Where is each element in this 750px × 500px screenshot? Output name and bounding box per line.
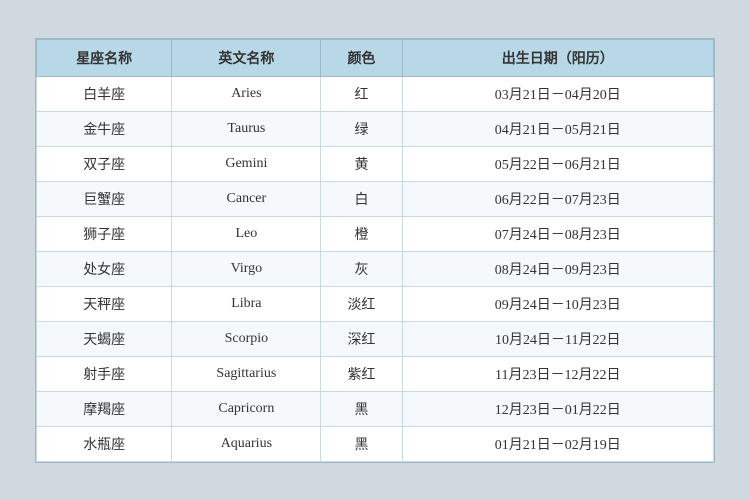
cell-date: 07月24日－08月23日: [402, 216, 713, 251]
cell-chinese: 白羊座: [37, 76, 172, 111]
cell-color: 橙: [321, 216, 402, 251]
header-english: 英文名称: [172, 39, 321, 76]
cell-english: Taurus: [172, 111, 321, 146]
cell-english: Sagittarius: [172, 356, 321, 391]
cell-date: 03月21日－04月20日: [402, 76, 713, 111]
cell-color: 淡红: [321, 286, 402, 321]
header-chinese: 星座名称: [37, 39, 172, 76]
cell-date: 04月21日－05月21日: [402, 111, 713, 146]
table-row: 天蝎座Scorpio深红10月24日－11月22日: [37, 321, 714, 356]
table-row: 金牛座Taurus绿04月21日－05月21日: [37, 111, 714, 146]
table-row: 狮子座Leo橙07月24日－08月23日: [37, 216, 714, 251]
table-header-row: 星座名称 英文名称 颜色 出生日期（阳历）: [37, 39, 714, 76]
cell-english: Scorpio: [172, 321, 321, 356]
cell-chinese: 天蝎座: [37, 321, 172, 356]
cell-english: Leo: [172, 216, 321, 251]
cell-english: Virgo: [172, 251, 321, 286]
cell-date: 08月24日－09月23日: [402, 251, 713, 286]
cell-english: Aquarius: [172, 426, 321, 461]
zodiac-table-container: 星座名称 英文名称 颜色 出生日期（阳历） 白羊座Aries红03月21日－04…: [35, 38, 715, 463]
cell-chinese: 处女座: [37, 251, 172, 286]
cell-color: 深红: [321, 321, 402, 356]
table-row: 摩羯座Capricorn黑12月23日－01月22日: [37, 391, 714, 426]
cell-color: 绿: [321, 111, 402, 146]
cell-english: Capricorn: [172, 391, 321, 426]
table-row: 天秤座Libra淡红09月24日－10月23日: [37, 286, 714, 321]
cell-color: 红: [321, 76, 402, 111]
cell-chinese: 双子座: [37, 146, 172, 181]
cell-chinese: 摩羯座: [37, 391, 172, 426]
cell-date: 06月22日－07月23日: [402, 181, 713, 216]
cell-date: 01月21日－02月19日: [402, 426, 713, 461]
cell-chinese: 射手座: [37, 356, 172, 391]
cell-chinese: 金牛座: [37, 111, 172, 146]
cell-color: 黄: [321, 146, 402, 181]
cell-chinese: 天秤座: [37, 286, 172, 321]
cell-english: Gemini: [172, 146, 321, 181]
cell-color: 白: [321, 181, 402, 216]
cell-date: 05月22日－06月21日: [402, 146, 713, 181]
cell-color: 紫红: [321, 356, 402, 391]
cell-date: 10月24日－11月22日: [402, 321, 713, 356]
zodiac-table: 星座名称 英文名称 颜色 出生日期（阳历） 白羊座Aries红03月21日－04…: [36, 39, 714, 462]
header-color: 颜色: [321, 39, 402, 76]
cell-chinese: 巨蟹座: [37, 181, 172, 216]
cell-color: 灰: [321, 251, 402, 286]
header-date: 出生日期（阳历）: [402, 39, 713, 76]
table-row: 巨蟹座Cancer白06月22日－07月23日: [37, 181, 714, 216]
table-row: 处女座Virgo灰08月24日－09月23日: [37, 251, 714, 286]
table-row: 水瓶座Aquarius黑01月21日－02月19日: [37, 426, 714, 461]
cell-color: 黑: [321, 391, 402, 426]
cell-color: 黑: [321, 426, 402, 461]
table-row: 白羊座Aries红03月21日－04月20日: [37, 76, 714, 111]
table-row: 射手座Sagittarius紫红11月23日－12月22日: [37, 356, 714, 391]
cell-date: 09月24日－10月23日: [402, 286, 713, 321]
cell-chinese: 水瓶座: [37, 426, 172, 461]
cell-english: Cancer: [172, 181, 321, 216]
cell-english: Libra: [172, 286, 321, 321]
table-row: 双子座Gemini黄05月22日－06月21日: [37, 146, 714, 181]
cell-english: Aries: [172, 76, 321, 111]
cell-date: 11月23日－12月22日: [402, 356, 713, 391]
cell-date: 12月23日－01月22日: [402, 391, 713, 426]
cell-chinese: 狮子座: [37, 216, 172, 251]
